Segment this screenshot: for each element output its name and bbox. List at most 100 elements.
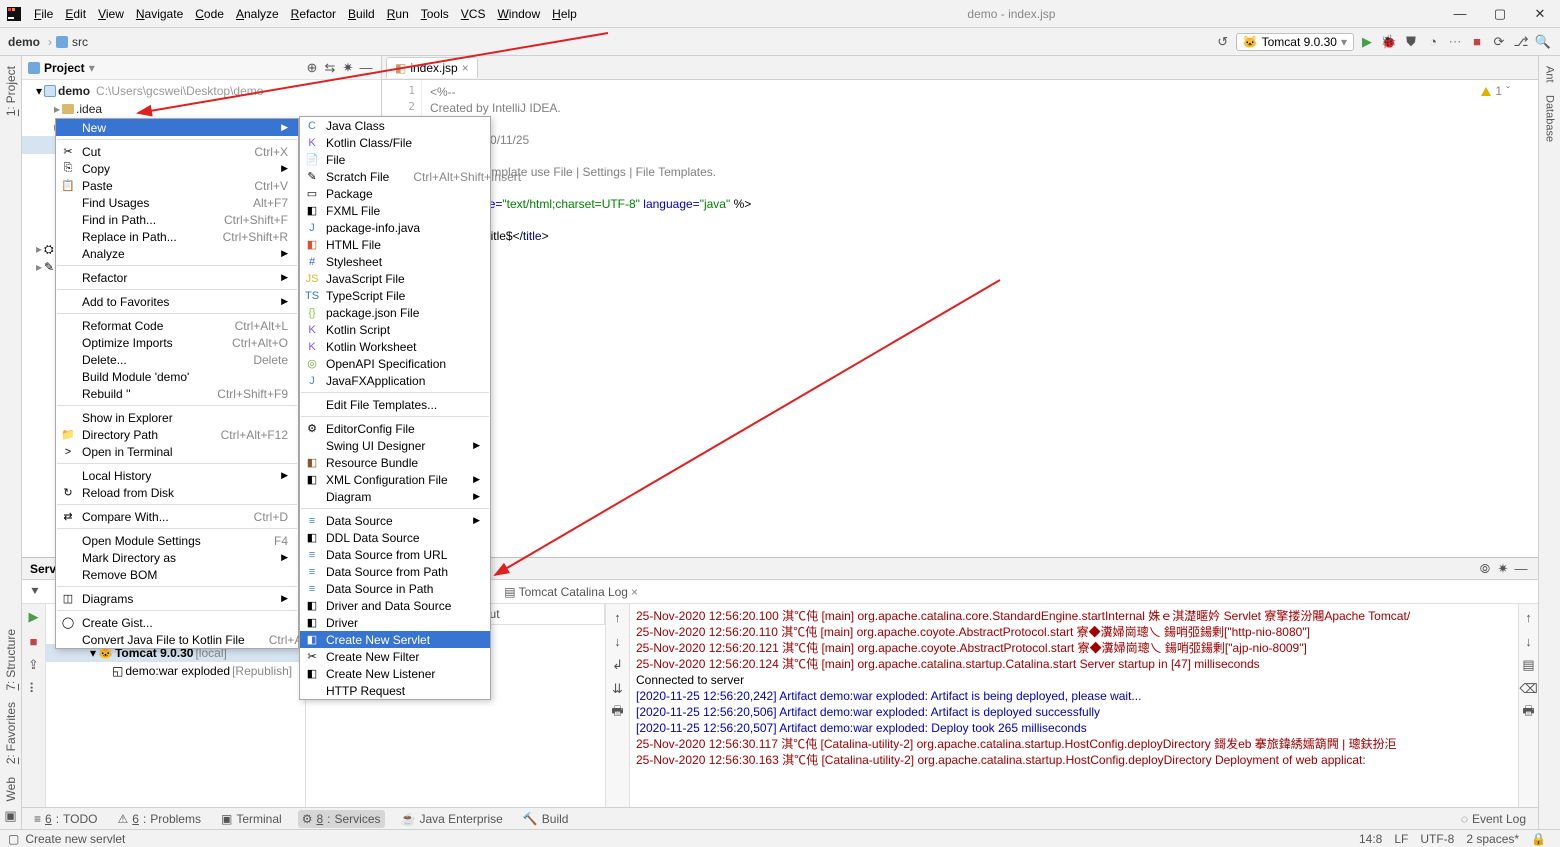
menu-run[interactable]: Run — [381, 0, 415, 28]
todo-stripe-button[interactable]: ≡ 6: TODO — [30, 810, 102, 828]
ctx-reloaddisk[interactable]: ↻Reload from Disk — [56, 484, 298, 501]
toolwindows-icon[interactable]: ▣ — [2, 807, 20, 825]
ctx-localhist[interactable]: Local History▶ — [56, 467, 298, 484]
indent-config[interactable]: 2 spaces* — [1460, 832, 1525, 846]
javaee-stripe-button[interactable]: ☕ Java Enterprise — [397, 810, 507, 828]
settings-icon[interactable]: ✷ — [339, 59, 357, 77]
new-swingui[interactable]: Swing UI Designer▶ — [300, 437, 490, 454]
ant-stripe-button[interactable]: Ant — [1544, 66, 1556, 83]
breadcrumb-src[interactable]: src — [72, 35, 92, 49]
git-branch-icon[interactable]: ⎇ — [1512, 33, 1530, 51]
search-everywhere-icon[interactable]: 🔍 — [1534, 33, 1552, 51]
menu-view[interactable]: View — [92, 0, 130, 28]
new-kotlinclass[interactable]: KKotlin Class/File — [300, 134, 490, 151]
new-scratchfile[interactable]: ✎Scratch FileCtrl+Alt+Shift+Insert — [300, 168, 490, 185]
project-title[interactable]: Project — [44, 61, 85, 75]
new-javaclass[interactable]: CJava Class — [300, 117, 490, 134]
ctx-findinpath[interactable]: Find in Path...Ctrl+Shift+F — [56, 211, 298, 228]
print-icon[interactable]: 🖶 — [609, 704, 627, 722]
restore-layout-icon[interactable]: ⦾ — [1476, 560, 1494, 578]
menu-window[interactable]: Window — [491, 0, 546, 28]
new-packageinfo[interactable]: Jpackage-info.java — [300, 219, 490, 236]
ctx-rebuild[interactable]: Rebuild ''Ctrl+Shift+F9 — [56, 385, 298, 402]
ctx-refactor[interactable]: Refactor▶ — [56, 269, 298, 286]
ctx-replaceinpath[interactable]: Replace in Path...Ctrl+Shift+R — [56, 228, 298, 245]
menu-code[interactable]: Code — [189, 0, 230, 28]
event-log-stripe-button[interactable]: ◌ Event Log — [1457, 810, 1530, 828]
rerun-icon[interactable]: ▶ — [25, 608, 43, 626]
ctx-dirpath[interactable]: 📁Directory PathCtrl+Alt+F12 — [56, 426, 298, 443]
menu-tools[interactable]: Tools — [415, 0, 455, 28]
hide-icon[interactable]: — — [1512, 560, 1530, 578]
hide-icon[interactable]: — — [357, 59, 375, 77]
close-tab-icon[interactable]: × — [462, 61, 469, 75]
minimize-button[interactable]: — — [1440, 0, 1480, 28]
soft-wrap-icon[interactable]: ▤ — [1520, 656, 1538, 674]
new-kotlinws[interactable]: KKotlin Worksheet — [300, 338, 490, 355]
new-resourcebundle[interactable]: ◧Resource Bundle — [300, 454, 490, 471]
menu-vcs[interactable]: VCS — [455, 0, 492, 28]
project-stripe-button[interactable]: 1: Project — [4, 66, 18, 116]
editor-tab-indexjsp[interactable]: ◧ index.jsp × — [386, 57, 478, 78]
expand-icon[interactable]: ▸ — [36, 260, 42, 274]
new-createlistener[interactable]: ◧Create New Listener — [300, 665, 490, 682]
menu-analyze[interactable]: Analyze — [230, 0, 285, 28]
terminal-stripe-button[interactable]: ▣ Terminal — [217, 810, 286, 828]
new-createfilter[interactable]: ✂Create New Filter — [300, 648, 490, 665]
services-stripe-button[interactable]: ⚙ 8: Services — [298, 810, 385, 828]
ctx-optimports[interactable]: Optimize ImportsCtrl+Alt+O — [56, 334, 298, 351]
ctx-showexplorer[interactable]: Show in Explorer — [56, 409, 298, 426]
context-menu[interactable]: New▶✂CutCtrl+X⎘Copy▶📋PasteCtrl+VFind Usa… — [55, 118, 299, 649]
ctx-analyze[interactable]: Analyze▶ — [56, 245, 298, 262]
wrap-icon[interactable]: ↲ — [609, 656, 627, 674]
ctx-openterm[interactable]: >Open in Terminal — [56, 443, 298, 460]
new-edittemplates[interactable]: Edit File Templates... — [300, 396, 490, 413]
ctx-copy[interactable]: ⎘Copy▶ — [56, 160, 298, 177]
new-submenu[interactable]: CJava ClassKKotlin Class/File📄File✎Scrat… — [299, 116, 491, 700]
expand-icon[interactable]: ▾ — [36, 84, 42, 98]
expand-all-icon[interactable]: ⇆ — [321, 59, 339, 77]
ctx-reformat[interactable]: Reformat CodeCtrl+Alt+L — [56, 317, 298, 334]
update-app-icon[interactable]: ⟳ — [1490, 33, 1508, 51]
new-httpreq[interactable]: HTTP Request — [300, 682, 490, 699]
file-encoding[interactable]: UTF-8 — [1414, 832, 1460, 846]
up-icon[interactable]: ↑ — [609, 608, 627, 626]
menu-navigate[interactable]: Navigate — [130, 0, 189, 28]
editor-inspection-indicator[interactable]: 1 ˇ — [1481, 84, 1510, 98]
ctx-diagrams[interactable]: ◫Diagrams▶ — [56, 590, 298, 607]
run-configuration-selector[interactable]: 🐱 Tomcat 9.0.30 ▾ — [1236, 33, 1354, 51]
new-createservlet[interactable]: ◧Create New Servlet — [300, 631, 490, 648]
debug-button-icon[interactable]: 🐞 — [1380, 33, 1398, 51]
expand-icon[interactable]: ▸ — [54, 102, 60, 116]
new-openapi[interactable]: ◎OpenAPI Specification — [300, 355, 490, 372]
breadcrumb-root[interactable]: demo — [8, 35, 44, 49]
problems-stripe-button[interactable]: ⚠ 6: Problems — [114, 810, 205, 828]
new-dsurl[interactable]: ≡Data Source from URL — [300, 546, 490, 563]
menu-build[interactable]: Build — [342, 0, 381, 28]
new-datasource[interactable]: ≡Data Source▶ — [300, 512, 490, 529]
caret-position[interactable]: 14:8 — [1353, 832, 1388, 846]
tree-node-demo[interactable]: demo — [58, 84, 90, 98]
ctx-findusages[interactable]: Find UsagesAlt+F7 — [56, 194, 298, 211]
settings-icon[interactable]: ✷ — [1494, 560, 1512, 578]
clear-icon[interactable]: ⌫ — [1520, 680, 1538, 698]
new-ts[interactable]: TSTypeScript File — [300, 287, 490, 304]
tomcat-catalina-tab[interactable]: ▤Tomcat Catalina Log× — [500, 583, 642, 601]
run-button-icon[interactable]: ▶ — [1358, 33, 1376, 51]
new-driverds[interactable]: ◧Driver and Data Source — [300, 597, 490, 614]
build-stripe-button[interactable]: 🔨 Build — [519, 810, 573, 828]
down-arrow-icon[interactable]: ↓ — [1520, 632, 1538, 650]
attach-button-icon[interactable]: ⋯ — [1446, 33, 1464, 51]
structure-stripe-button[interactable]: 7: Structure — [4, 629, 18, 691]
new-fxml[interactable]: ◧FXML File — [300, 202, 490, 219]
ctx-convertkt[interactable]: Convert Java File to Kotlin FileCtrl+Alt… — [56, 631, 298, 648]
locate-icon[interactable]: ⊕ — [303, 59, 321, 77]
line-separator[interactable]: LF — [1388, 832, 1414, 846]
ctx-cut[interactable]: ✂CutCtrl+X — [56, 143, 298, 160]
deploy-icon[interactable]: ⇪ — [25, 656, 43, 674]
coverage-button-icon[interactable]: ⛊ — [1402, 33, 1420, 51]
ctx-paste[interactable]: 📋PasteCtrl+V — [56, 177, 298, 194]
new-js[interactable]: JSJavaScript File — [300, 270, 490, 287]
read-only-icon[interactable]: 🔒 — [1525, 832, 1552, 846]
menu-edit[interactable]: Edit — [59, 0, 92, 28]
